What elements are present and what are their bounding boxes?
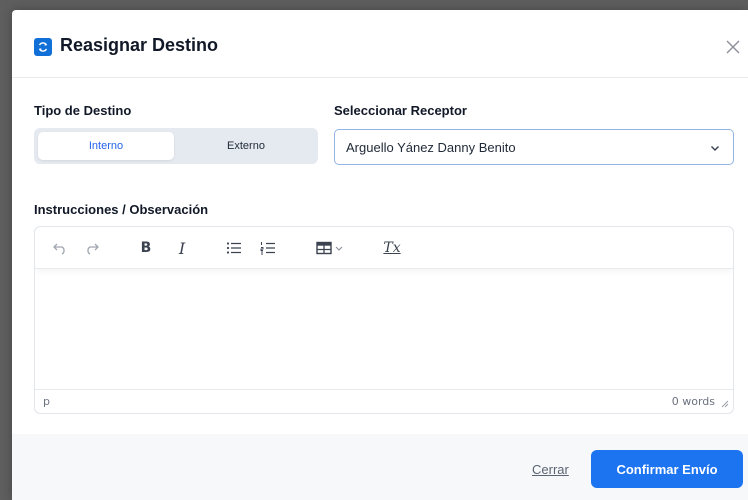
receptor-select[interactable]: Arguello Yánez Danny Benito [334, 129, 734, 165]
chevron-down-icon [711, 146, 719, 151]
clear-format-icon[interactable]: Tx [381, 237, 403, 259]
instrucciones-label: Instrucciones / Observación [34, 202, 209, 217]
tipo-destino-toggle: Interno Externo [34, 128, 318, 164]
undo-icon[interactable] [49, 237, 71, 259]
rich-text-editor: B I Tx p 0 words [34, 226, 734, 414]
editor-statusbar: p 0 words [35, 389, 733, 413]
receptor-label: Seleccionar Receptor [334, 103, 467, 118]
tipo-destino-option-interno[interactable]: Interno [38, 132, 174, 160]
modal-title: Reasignar Destino [60, 35, 219, 55]
refresh-icon [34, 38, 52, 56]
table-icon[interactable] [313, 237, 349, 259]
bold-icon[interactable]: B [135, 237, 157, 259]
italic-icon[interactable]: I [171, 237, 193, 259]
instrucciones-textarea[interactable] [35, 271, 733, 389]
resize-handle-icon[interactable] [720, 399, 729, 408]
editor-toolbar: B I Tx [35, 227, 733, 269]
modal-footer: Cerrar Confirmar Envío [12, 434, 748, 500]
confirm-send-button[interactable]: Confirmar Envío [591, 450, 743, 488]
word-count: 0 words [671, 395, 715, 408]
tipo-destino-option-externo[interactable]: Externo [178, 132, 314, 160]
tipo-destino-label: Tipo de Destino [34, 103, 132, 118]
numbered-list-icon[interactable] [257, 237, 279, 259]
close-icon[interactable] [722, 36, 744, 58]
redo-icon[interactable] [81, 237, 103, 259]
reassign-destination-modal: Reasignar Destino Tipo de Destino Intern… [12, 10, 748, 500]
modal-header: Reasignar Destino [12, 10, 748, 78]
bullet-list-icon[interactable] [223, 237, 245, 259]
element-path: p [43, 395, 50, 408]
cancel-button[interactable]: Cerrar [532, 462, 569, 477]
receptor-selected-value: Arguello Yánez Danny Benito [346, 139, 516, 155]
